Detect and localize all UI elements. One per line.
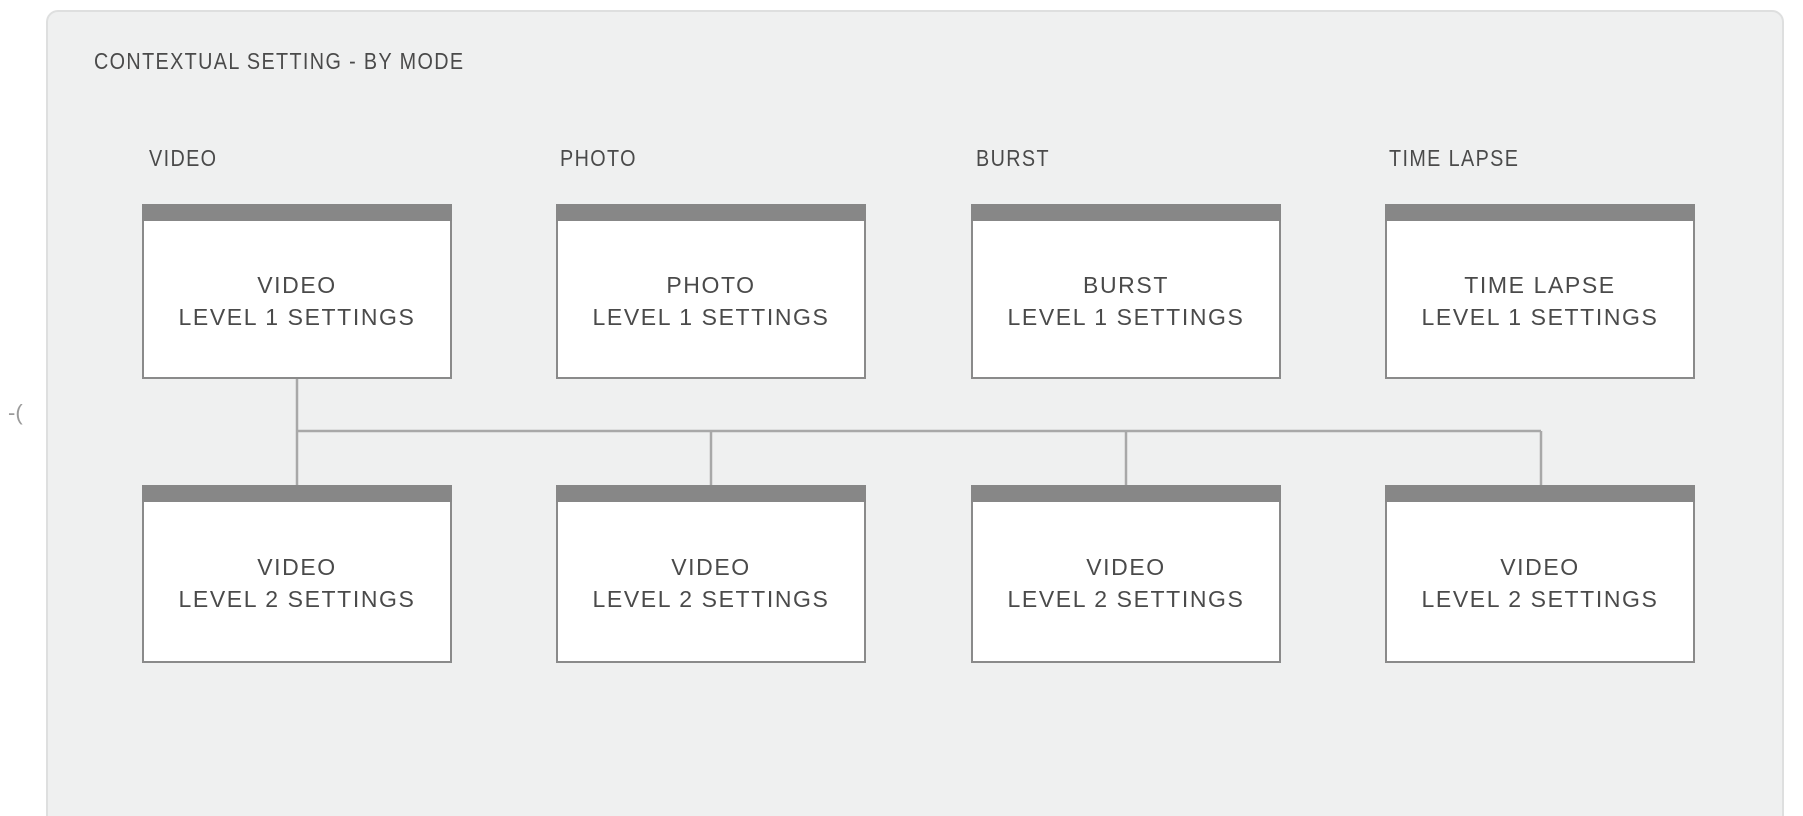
time-lapse-column-level2-settings-box: VIDEO LEVEL 2 SETTINGS <box>1385 485 1695 663</box>
box-header-bar <box>556 204 866 221</box>
box-text: TIME LAPSE LEVEL 1 SETTINGS <box>1387 268 1693 332</box>
box-text-line1: VIDEO <box>1500 553 1580 580</box>
diagram-canvas: -( CONTEXTUAL SETTING - BY MODE VIDEO PH… <box>0 0 1803 816</box>
time-lapse-level1-settings-box: TIME LAPSE LEVEL 1 SETTINGS <box>1385 204 1695 379</box>
mode-settings-panel <box>46 10 1784 816</box>
box-header-bar <box>971 485 1281 502</box>
box-text-line1: VIDEO <box>257 553 337 580</box>
column-label-photo: PHOTO <box>560 145 637 171</box>
box-header-bar <box>142 204 452 221</box>
box-text-line2: LEVEL 1 SETTINGS <box>1421 303 1659 330</box>
box-header-bar <box>971 204 1281 221</box>
box-text: VIDEO LEVEL 2 SETTINGS <box>1387 551 1693 615</box>
box-text-line2: LEVEL 1 SETTINGS <box>1007 303 1245 330</box>
box-text-line2: LEVEL 1 SETTINGS <box>178 303 416 330</box>
column-label-video: VIDEO <box>149 145 218 171</box>
box-text-line2: LEVEL 2 SETTINGS <box>592 585 830 612</box>
photo-column-level2-settings-box: VIDEO LEVEL 2 SETTINGS <box>556 485 866 663</box>
box-header-bar <box>1385 204 1695 221</box>
box-text-line1: VIDEO <box>257 271 337 298</box>
box-text: VIDEO LEVEL 2 SETTINGS <box>973 551 1279 615</box>
box-text: BURST LEVEL 1 SETTINGS <box>973 268 1279 332</box>
column-label-burst: BURST <box>976 145 1050 171</box>
box-text: PHOTO LEVEL 1 SETTINGS <box>558 268 864 332</box>
box-text-line1: VIDEO <box>1086 553 1166 580</box>
box-text-line2: LEVEL 2 SETTINGS <box>178 585 416 612</box>
box-text-line1: VIDEO <box>671 553 751 580</box>
box-text: VIDEO LEVEL 1 SETTINGS <box>144 268 450 332</box>
box-text-line2: LEVEL 1 SETTINGS <box>592 303 830 330</box>
burst-level1-settings-box: BURST LEVEL 1 SETTINGS <box>971 204 1281 379</box>
box-text-line1: TIME LAPSE <box>1464 271 1616 298</box>
box-header-bar <box>556 485 866 502</box>
photo-level1-settings-box: PHOTO LEVEL 1 SETTINGS <box>556 204 866 379</box>
video-level1-settings-box: VIDEO LEVEL 1 SETTINGS <box>142 204 452 379</box>
burst-column-level2-settings-box: VIDEO LEVEL 2 SETTINGS <box>971 485 1281 663</box>
box-text-line1: BURST <box>1083 271 1169 298</box>
video-level2-settings-box: VIDEO LEVEL 2 SETTINGS <box>142 485 452 663</box>
box-text-line1: PHOTO <box>666 271 756 298</box>
panel-title: CONTEXTUAL SETTING - BY MODE <box>94 48 465 74</box>
edge-glyph: -( <box>8 400 23 425</box>
box-header-bar <box>1385 485 1695 502</box>
column-label-time-lapse: TIME LAPSE <box>1389 145 1520 171</box>
box-text-line2: LEVEL 2 SETTINGS <box>1007 585 1245 612</box>
box-text: VIDEO LEVEL 2 SETTINGS <box>558 551 864 615</box>
box-header-bar <box>142 485 452 502</box>
box-text: VIDEO LEVEL 2 SETTINGS <box>144 551 450 615</box>
box-text-line2: LEVEL 2 SETTINGS <box>1421 585 1659 612</box>
